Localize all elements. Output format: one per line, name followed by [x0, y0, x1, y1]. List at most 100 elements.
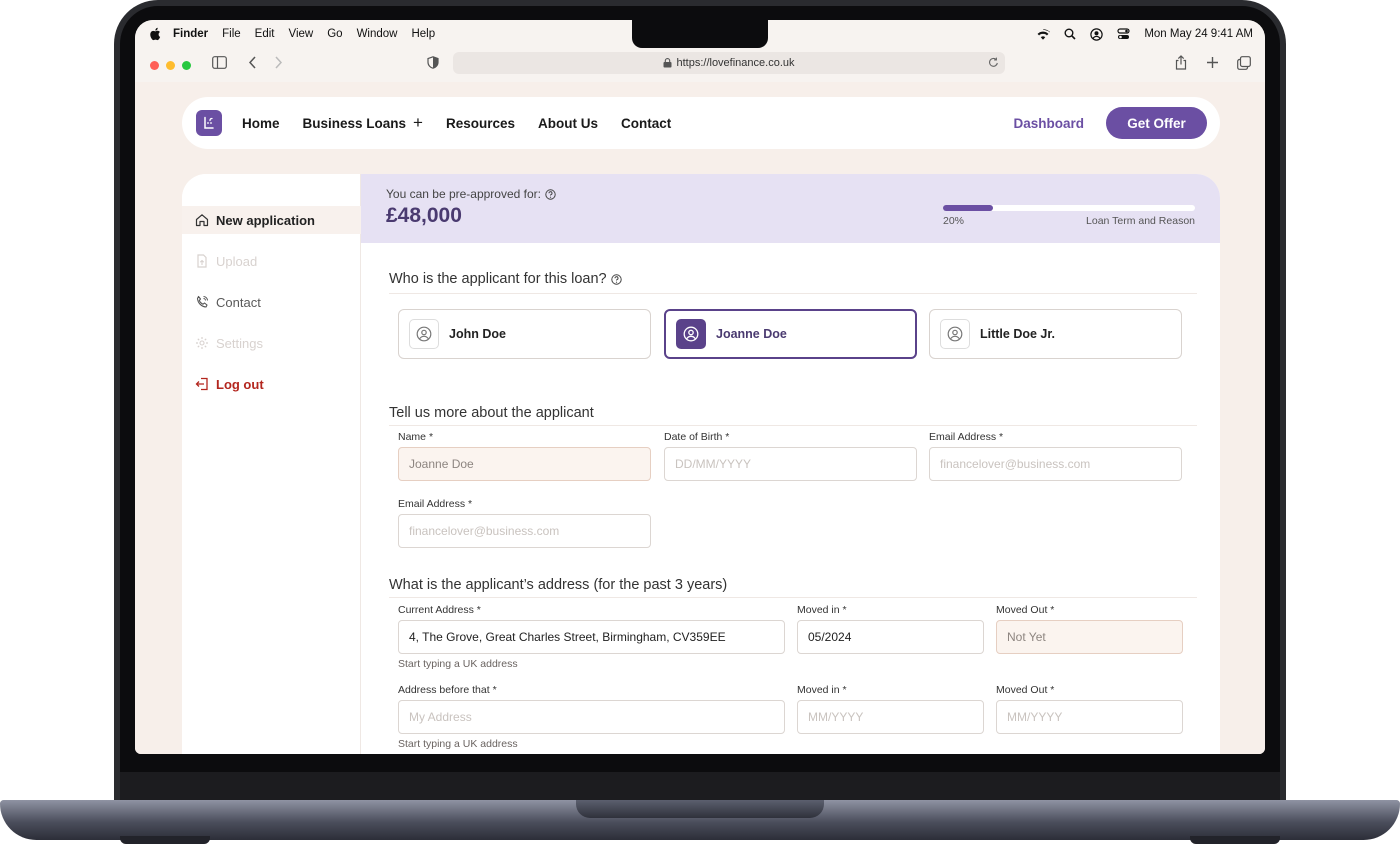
laptop-bezel-strip	[120, 772, 1280, 802]
menu-go[interactable]: Go	[327, 28, 342, 40]
laptop-foot-left	[120, 836, 210, 844]
email-field[interactable]: financelover@business.com	[929, 447, 1182, 481]
share-icon[interactable]	[1175, 55, 1187, 70]
dob-label: Date of Birth *	[664, 431, 729, 443]
top-navigation: Home Business Loans + Resources About Us …	[182, 97, 1220, 149]
camera-notch	[632, 20, 768, 48]
logout-icon	[195, 377, 208, 391]
sidebar-item-upload[interactable]: Upload	[182, 247, 361, 275]
nav-about-us[interactable]: About Us	[538, 116, 598, 131]
date-of-birth-field[interactable]: DD/MM/YYYY	[664, 447, 917, 481]
moved-in-label: Moved in *	[797, 604, 847, 616]
sidebar-item-label: Log out	[216, 376, 264, 392]
email-label: Email Address *	[929, 431, 1003, 443]
email-label-text: Email Address	[929, 431, 997, 443]
moved-out-field[interactable]: Not Yet	[996, 620, 1183, 654]
address-hint: Start typing a UK address	[398, 658, 518, 670]
nav-resources[interactable]: Resources	[446, 116, 515, 131]
dashboard-link[interactable]: Dashboard	[1013, 116, 1084, 131]
status-area: Mon May 24 9:41 AM	[1036, 20, 1253, 48]
menu-edit[interactable]: Edit	[255, 28, 275, 40]
menu-bar: Finder File Edit View Go Window Help Mon…	[135, 20, 1265, 48]
required-marker: *	[468, 498, 473, 510]
help-question-icon[interactable]	[545, 188, 556, 200]
applicant-section-title: Who is the applicant for this loan?	[389, 271, 622, 287]
sidebar-toggle-icon[interactable]	[212, 56, 227, 69]
applicant-option-john-doe[interactable]: John Doe	[398, 309, 651, 359]
menu-window[interactable]: Window	[357, 28, 398, 40]
required-marker: *	[476, 604, 481, 616]
previous-moved-in-field[interactable]: MM/YYYY	[797, 700, 984, 734]
menu-view[interactable]: View	[289, 28, 314, 40]
previous-address-label: Address before that *	[398, 684, 497, 696]
menu-help[interactable]: Help	[411, 28, 435, 40]
sidebar-item-new-application[interactable]: New application	[182, 206, 361, 234]
name-label: Name *	[398, 431, 433, 443]
name-label-text: Name	[398, 431, 427, 443]
sidebar-item-log-out[interactable]: Log out	[182, 370, 361, 398]
spotlight-search-icon[interactable]	[1064, 28, 1076, 40]
moved-out-label: Moved Out *	[996, 604, 1054, 616]
zoom-window-button[interactable]	[182, 60, 191, 70]
email-2-field[interactable]: financelover@business.com	[398, 514, 651, 548]
previous-moved-out-label-text: Moved Out	[996, 684, 1048, 696]
previous-address-hint: Start typing a UK address	[398, 738, 518, 750]
section-divider	[389, 597, 1197, 598]
menu-app-name[interactable]: Finder	[173, 28, 208, 40]
menu-file[interactable]: File	[222, 28, 241, 40]
apple-icon[interactable]	[149, 27, 161, 41]
get-offer-button[interactable]: Get Offer	[1106, 107, 1207, 139]
pre-approval-banner: You can be pre-approved for: £48,000 20%…	[361, 174, 1220, 243]
back-arrow-icon[interactable]	[248, 56, 257, 69]
address-section-title: What is the applicant’s address (for the…	[389, 577, 727, 593]
user-account-icon[interactable]	[1090, 27, 1104, 41]
tab-overview-icon[interactable]	[1237, 56, 1251, 70]
forward-arrow-icon[interactable]	[274, 56, 283, 69]
applicant-option-joanne-doe[interactable]: Joanne Doe	[664, 309, 917, 359]
avatar	[676, 319, 706, 349]
email-2-label: Email Address *	[398, 498, 472, 510]
sidebar-item-label: Contact	[216, 294, 261, 310]
details-section-title: Tell us more about the applicant	[389, 405, 594, 421]
moved-in-field[interactable]: 05/2024	[797, 620, 984, 654]
reload-icon[interactable]	[988, 57, 999, 68]
current-address-label-text: Current Address	[398, 604, 474, 616]
sidebar-item-label: New application	[216, 212, 315, 228]
progress-track	[943, 205, 1195, 211]
name-field[interactable]: Joanne Doe	[398, 447, 651, 481]
nav-business-loans[interactable]: Business Loans +	[303, 113, 423, 133]
close-window-button[interactable]	[150, 60, 159, 70]
address-bar[interactable]: https://lovefinance.co.uk	[453, 52, 1005, 74]
lock-icon	[663, 58, 672, 68]
expand-plus-icon: +	[413, 113, 423, 132]
control-center-icon[interactable]	[1117, 28, 1130, 40]
wifi-icon[interactable]	[1036, 28, 1051, 40]
minimize-window-button[interactable]	[166, 60, 175, 70]
screen: Finder File Edit View Go Window Help Mon…	[135, 20, 1265, 754]
nav-contact[interactable]: Contact	[621, 116, 671, 131]
previous-address-label-text: Address before that	[398, 684, 490, 696]
current-address-field[interactable]: 4, The Grove, Great Charles Street, Birm…	[398, 620, 785, 654]
url-text: https://lovefinance.co.uk	[676, 57, 795, 69]
lovefinance-logo[interactable]	[196, 110, 222, 136]
menu-bar-clock[interactable]: Mon May 24 9:41 AM	[1144, 28, 1253, 40]
pre-approved-amount: £48,000	[386, 204, 462, 227]
laptop-base-notch	[576, 800, 824, 818]
required-marker: *	[842, 604, 847, 616]
avatar	[409, 319, 439, 349]
sidebar-item-settings[interactable]: Settings	[182, 329, 361, 357]
moved-in-label-text: Moved in	[797, 604, 840, 616]
applicant-name: John Doe	[449, 327, 506, 341]
nav-home[interactable]: Home	[242, 116, 280, 131]
application-card: New application Upload Contact Settings	[182, 174, 1220, 754]
previous-moved-out-field[interactable]: MM/YYYY	[996, 700, 1183, 734]
previous-address-field[interactable]: My Address	[398, 700, 785, 734]
privacy-shield-icon[interactable]	[427, 56, 439, 69]
required-marker: *	[1050, 604, 1055, 616]
sidebar-item-contact[interactable]: Contact	[182, 288, 361, 316]
required-marker: *	[842, 684, 847, 696]
required-marker: *	[999, 431, 1004, 443]
applicant-option-little-doe-jr[interactable]: Little Doe Jr.	[929, 309, 1182, 359]
new-tab-plus-icon[interactable]	[1206, 56, 1219, 69]
help-question-icon[interactable]	[610, 273, 622, 285]
